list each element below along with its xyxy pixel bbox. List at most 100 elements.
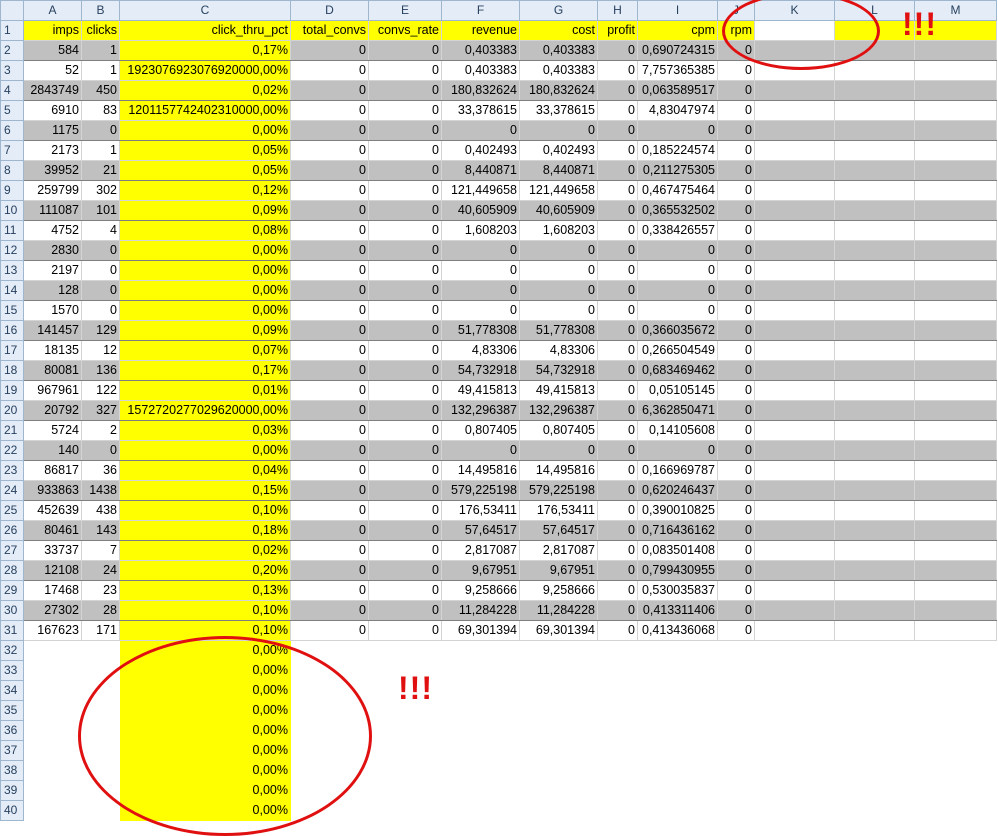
cell-e17[interactable]: 0	[368, 340, 442, 361]
cell-b10[interactable]: 101	[81, 200, 120, 221]
cell-a30[interactable]: 27302	[23, 600, 82, 621]
cell-d21[interactable]: 0	[290, 420, 369, 441]
cell-i30[interactable]: 0,413311406	[637, 600, 718, 621]
cell-k18[interactable]	[754, 360, 835, 381]
cell-g27[interactable]: 2,817087	[519, 540, 598, 561]
cell-m29[interactable]	[914, 580, 997, 601]
cell-i28[interactable]: 0,799430955	[637, 560, 718, 581]
header-cell-c[interactable]: click_thru_pct	[119, 20, 291, 41]
cell-b8[interactable]: 21	[81, 160, 120, 181]
cell-i17[interactable]: 0,266504549	[637, 340, 718, 361]
cell-d3[interactable]: 0	[290, 60, 369, 81]
cell-k29[interactable]	[754, 580, 835, 601]
cell-i4[interactable]: 0,063589517	[637, 80, 718, 101]
cell-j2[interactable]: 0	[717, 40, 755, 61]
cell-h16[interactable]: 0	[597, 320, 638, 341]
cell-b14[interactable]: 0	[81, 280, 120, 301]
cell-d5[interactable]: 0	[290, 100, 369, 121]
cell-a11[interactable]: 4752	[23, 220, 82, 241]
cell-l10[interactable]	[834, 200, 915, 221]
cell-m12[interactable]	[914, 240, 997, 261]
cell-h2[interactable]: 0	[597, 40, 638, 61]
cell-l38[interactable]	[835, 761, 915, 781]
cell-m40[interactable]	[915, 801, 997, 821]
cell-m22[interactable]	[914, 440, 997, 461]
cell-g30[interactable]: 11,284228	[519, 600, 598, 621]
cell-f3[interactable]: 0,403383	[441, 60, 520, 81]
header-cell-b[interactable]: clicks	[81, 20, 120, 41]
cell-a10[interactable]: 111087	[23, 200, 82, 221]
cell-e28[interactable]: 0	[368, 560, 442, 581]
cell-a17[interactable]: 18135	[23, 340, 82, 361]
cell-j31[interactable]: 0	[717, 620, 755, 641]
cell-e29[interactable]: 0	[368, 580, 442, 601]
cell-b40[interactable]	[82, 801, 120, 821]
cell-f34[interactable]	[442, 681, 520, 701]
cell-i11[interactable]: 0,338426557	[637, 220, 718, 241]
cell-g29[interactable]: 9,258666	[519, 580, 598, 601]
cell-d13[interactable]: 0	[290, 260, 369, 281]
cell-m25[interactable]	[914, 500, 997, 521]
cell-i36[interactable]	[638, 721, 718, 741]
cell-c20[interactable]: 1572720277029620000,00%	[119, 400, 291, 421]
cell-b37[interactable]	[82, 741, 120, 761]
cell-k39[interactable]	[755, 781, 835, 801]
cell-m36[interactable]	[915, 721, 997, 741]
cell-g38[interactable]	[520, 761, 598, 781]
cell-h5[interactable]: 0	[597, 100, 638, 121]
cell-c7[interactable]: 0,05%	[119, 140, 291, 161]
cell-m33[interactable]	[915, 661, 997, 681]
cell-e26[interactable]: 0	[368, 520, 442, 541]
header-cell-d[interactable]: total_convs	[290, 20, 369, 41]
cell-g24[interactable]: 579,225198	[519, 480, 598, 501]
cell-k20[interactable]	[754, 400, 835, 421]
cell-d2[interactable]: 0	[290, 40, 369, 61]
cell-f31[interactable]: 69,301394	[441, 620, 520, 641]
column-header-c[interactable]: C	[119, 0, 291, 21]
cell-c6[interactable]: 0,00%	[119, 120, 291, 141]
cell-j33[interactable]	[718, 661, 755, 681]
cell-f6[interactable]: 0	[441, 120, 520, 141]
cell-g28[interactable]: 9,67951	[519, 560, 598, 581]
header-cell-f[interactable]: revenue	[441, 20, 520, 41]
cell-j19[interactable]: 0	[717, 380, 755, 401]
cell-e23[interactable]: 0	[368, 460, 442, 481]
cell-l2[interactable]	[834, 40, 915, 61]
cell-g33[interactable]	[520, 661, 598, 681]
cell-f17[interactable]: 4,83306	[441, 340, 520, 361]
cell-i8[interactable]: 0,211275305	[637, 160, 718, 181]
cell-e9[interactable]: 0	[368, 180, 442, 201]
cell-b4[interactable]: 450	[81, 80, 120, 101]
cell-g34[interactable]	[520, 681, 598, 701]
cell-l16[interactable]	[834, 320, 915, 341]
cell-l36[interactable]	[835, 721, 915, 741]
cell-l9[interactable]	[834, 180, 915, 201]
cell-a37[interactable]	[24, 741, 82, 761]
cell-f18[interactable]: 54,732918	[441, 360, 520, 381]
cell-e30[interactable]: 0	[368, 600, 442, 621]
cell-c10[interactable]: 0,09%	[119, 200, 291, 221]
cell-l8[interactable]	[834, 160, 915, 181]
cell-m28[interactable]	[914, 560, 997, 581]
cell-a21[interactable]: 5724	[23, 420, 82, 441]
cell-a29[interactable]: 17468	[23, 580, 82, 601]
cell-b25[interactable]: 438	[81, 500, 120, 521]
cell-i16[interactable]: 0,366035672	[637, 320, 718, 341]
cell-e21[interactable]: 0	[368, 420, 442, 441]
cell-h38[interactable]	[598, 761, 638, 781]
cell-a33[interactable]	[24, 661, 82, 681]
cell-h31[interactable]: 0	[597, 620, 638, 641]
column-header-g[interactable]: G	[519, 0, 598, 21]
cell-d31[interactable]: 0	[290, 620, 369, 641]
row-header-2[interactable]: 2	[0, 40, 24, 61]
cell-f29[interactable]: 9,258666	[441, 580, 520, 601]
cell-j17[interactable]: 0	[717, 340, 755, 361]
column-header-k[interactable]: K	[754, 0, 835, 21]
cell-c39[interactable]: 0,00%	[119, 780, 291, 801]
cell-i26[interactable]: 0,716436162	[637, 520, 718, 541]
cell-j18[interactable]: 0	[717, 360, 755, 381]
cell-b38[interactable]	[82, 761, 120, 781]
row-header-6[interactable]: 6	[0, 120, 24, 141]
cell-d27[interactable]: 0	[290, 540, 369, 561]
cell-c27[interactable]: 0,02%	[119, 540, 291, 561]
